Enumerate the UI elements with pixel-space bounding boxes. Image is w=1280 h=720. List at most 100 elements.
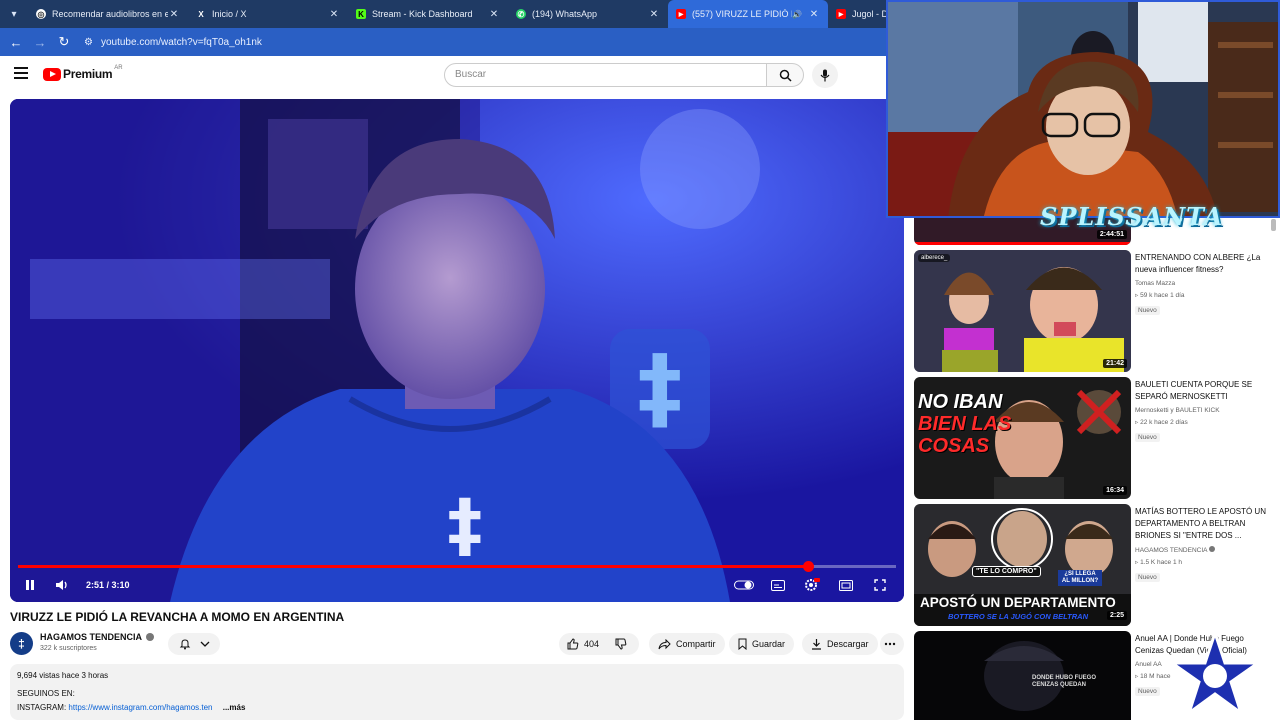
recommendation-info: BAULETI CUENTA PORQUE SE SEPARÓ MERNOSKE… — [1135, 379, 1270, 444]
forward-icon[interactable]: → — [28, 28, 52, 56]
close-tab-icon[interactable]: ✕ — [808, 9, 820, 20]
bell-icon — [179, 639, 190, 650]
youtube-icon: ▶ — [836, 9, 846, 19]
progress-fill — [18, 565, 809, 568]
youtube-premium-logo[interactable]: Premium AR — [43, 65, 123, 81]
recommendation-title[interactable]: BAULETI CUENTA PORQUE SE SEPARÓ MERNOSKE… — [1135, 379, 1270, 403]
gear-icon — [805, 578, 820, 591]
thumbnail-line: CENIZAS QUEDAN — [1032, 682, 1087, 688]
channel-avatar[interactable]: ‡ — [10, 632, 33, 655]
close-tab-icon[interactable]: ✕ — [168, 9, 180, 20]
thumbnail-text: NO IBAN BIEN LAS COSAS — [918, 391, 1011, 457]
video-thumbnail[interactable]: "TE LO COMPRO" ¿SI LLEGA AL MILLON? APOS… — [914, 504, 1131, 626]
menu-icon[interactable] — [14, 67, 28, 79]
theater-icon — [839, 579, 853, 591]
video-thumbnail[interactable]: alberece_ 21:42 — [914, 250, 1131, 372]
tab-whatsapp[interactable]: ✆ (194) WhatsApp ✕ — [508, 0, 668, 28]
recommendation-title[interactable]: ENTRENANDO CON ALBERE ¿La nueva influenc… — [1135, 252, 1270, 276]
tab-kick[interactable]: K Stream - Kick Dashboard ✕ — [348, 0, 508, 28]
download-button[interactable]: Descargar — [802, 633, 878, 655]
voice-search-button[interactable] — [812, 62, 838, 88]
recommendation-channel[interactable]: HAGAMOS TENDENCIA — [1135, 546, 1270, 554]
recommendation-item[interactable]: "TE LO COMPRO" ¿SI LLEGA AL MILLON? APOS… — [914, 504, 1270, 626]
recommendation-channel[interactable]: Tomas Mazza — [1135, 280, 1270, 287]
chevron-down-icon — [200, 641, 209, 647]
dislike-button[interactable] — [607, 633, 640, 655]
youtube-icon: ▶ — [676, 9, 686, 19]
address-bar[interactable]: ⚙ youtube.com/watch?v=fqT0a_oh1nk — [84, 37, 262, 48]
autoplay-toggle-icon — [734, 580, 754, 590]
video-frame: ‡ ‡ — [10, 99, 904, 602]
microphone-icon — [820, 69, 830, 81]
sidebar-scrollbar[interactable] — [1271, 219, 1276, 231]
thumbs-down-icon — [615, 638, 627, 650]
recommendation-item[interactable]: alberece_ 21:42 ENTRENANDO CON ALBERE ¿L… — [914, 250, 1270, 372]
recommendation-meta: ▹ 1.5 K hace 1 h — [1135, 559, 1182, 566]
save-button[interactable]: Guardar — [729, 633, 795, 655]
close-tab-icon[interactable]: ✕ — [648, 9, 660, 20]
site-info-icon[interactable]: ⚙ — [84, 37, 93, 48]
recommendation-channel[interactable]: Mernosketti y BAULETI KICK — [1135, 407, 1270, 414]
recommendation-info: MATÍAS BOTTERO LE APOSTÓ UN DEPARTAMENTO… — [1135, 506, 1270, 584]
recommendation-meta-text: 18 M hace — [1140, 673, 1171, 680]
thumbnail-line: DONDE HUBO FUEGO — [1032, 675, 1097, 681]
video-duration: 21:42 — [1103, 359, 1127, 368]
tab-x[interactable]: X Inicio / X ✕ — [188, 0, 348, 28]
channel-name-text: HAGAMOS TENDENCIA — [1135, 547, 1208, 554]
speaker-icon[interactable]: 🔊 — [792, 10, 802, 19]
streamer-name-overlay: SPLISSANTA — [1040, 202, 1224, 231]
instagram-link[interactable]: https://www.instagram.com/hagamos.ten — [68, 703, 212, 712]
recommendation-title[interactable]: MATÍAS BOTTERO LE APOSTÓ UN DEPARTAMENTO… — [1135, 506, 1270, 542]
settings-button[interactable] — [798, 573, 826, 597]
watched-progress — [914, 242, 1131, 245]
verified-icon — [146, 633, 155, 641]
youtube-header: Premium AR Buscar — [0, 56, 886, 94]
autoplay-toggle[interactable] — [730, 573, 758, 597]
like-button[interactable]: 404 — [559, 633, 607, 655]
video-thumbnail[interactable]: DONDE HUBO FUEGO CENIZAS QUEDAN — [914, 631, 1131, 720]
theater-mode-button[interactable] — [832, 573, 860, 597]
recommendation-item[interactable]: NO IBAN BIEN LAS COSAS 16:34 BAULETI CUE… — [914, 377, 1270, 499]
share-icon — [658, 638, 671, 649]
more-actions-button[interactable] — [880, 633, 904, 655]
tab-search-icon[interactable]: ▾ — [0, 0, 28, 28]
search-button[interactable] — [766, 63, 804, 87]
new-badge: Nuevo — [1135, 573, 1160, 582]
more-horizontal-icon — [884, 642, 895, 646]
volume-button[interactable] — [48, 573, 76, 597]
pause-button[interactable] — [16, 573, 44, 597]
new-badge: Nuevo — [1135, 687, 1160, 696]
video-description[interactable]: 9,694 vistas hace 3 horas SEGUINOS EN: I… — [10, 664, 904, 720]
thumbnail-line: COSAS — [918, 435, 990, 457]
recommendation-meta: ▹ 22 k hace 2 días — [1135, 419, 1188, 426]
subtitles-button[interactable] — [764, 573, 792, 597]
youtube-logo-icon — [43, 67, 61, 81]
tab-youtube-active[interactable]: ▶ (557) VIRUZZ LE PIDIÓ LA R 🔊 ✕ — [668, 0, 828, 28]
show-more-link[interactable]: ...más — [223, 703, 246, 712]
description-label: INSTAGRAM: — [17, 703, 69, 712]
video-thumbnail[interactable]: NO IBAN BIEN LAS COSAS 16:34 — [914, 377, 1131, 499]
search-input[interactable]: Buscar — [444, 63, 767, 87]
tab-audiolibros[interactable]: ◎ Recomendar audiolibros en esp ✕ — [28, 0, 188, 28]
verified-icon — [1208, 546, 1215, 552]
fullscreen-icon — [874, 579, 886, 591]
channel-star-logo — [1170, 628, 1260, 717]
search-icon — [779, 69, 792, 82]
streamer-webcam-overlay — [886, 0, 1280, 218]
channel-name[interactable]: HAGAMOS TENDENCIA — [40, 632, 155, 642]
subscription-bell-button[interactable] — [168, 633, 220, 655]
thumbs-up-icon — [567, 638, 579, 650]
share-button[interactable]: Compartir — [649, 633, 725, 655]
view-count: 9,694 vistas hace 3 horas — [17, 671, 109, 680]
tab-title: (194) WhatsApp — [532, 9, 598, 19]
fullscreen-button[interactable] — [866, 573, 894, 597]
video-progress-bar[interactable] — [18, 561, 896, 572]
back-icon[interactable]: ← — [4, 28, 28, 56]
video-player[interactable]: ‡ ‡ 2:51 / 3:10 — [10, 99, 904, 602]
close-tab-icon[interactable]: ✕ — [488, 9, 500, 20]
tab-title: (557) VIRUZZ LE PIDIÓ LA R — [692, 9, 792, 19]
logo-country: AR — [114, 65, 123, 71]
new-badge: Nuevo — [1135, 433, 1160, 442]
reload-icon[interactable]: ↻ — [52, 28, 76, 56]
close-tab-icon[interactable]: ✕ — [328, 9, 340, 20]
